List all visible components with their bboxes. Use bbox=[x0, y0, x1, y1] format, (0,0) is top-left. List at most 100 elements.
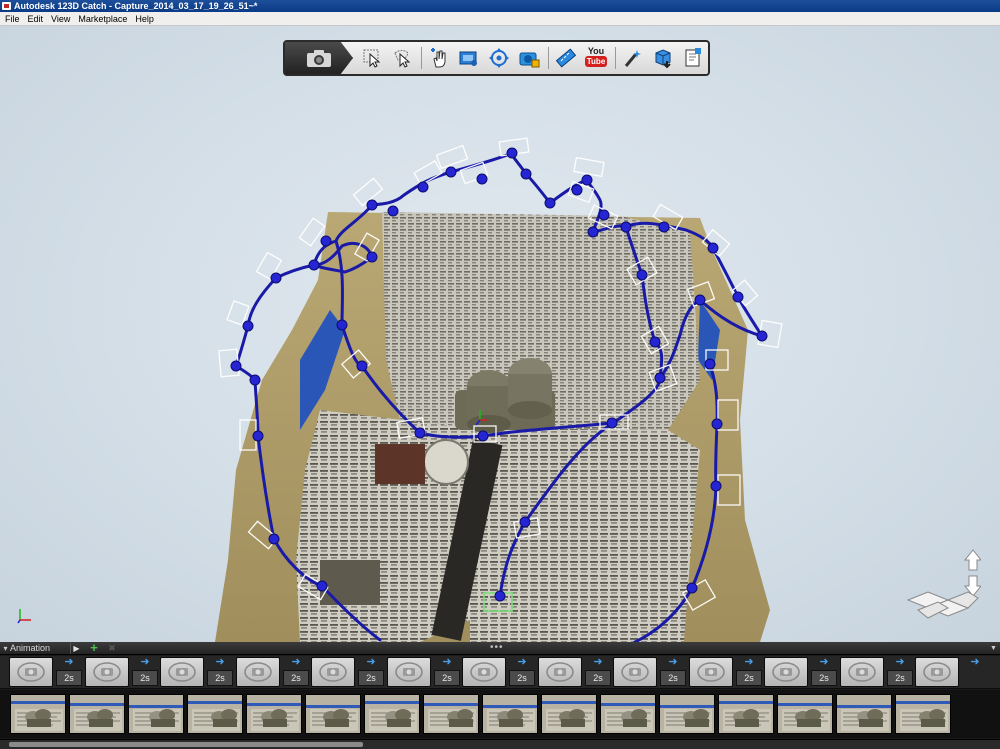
photo-thumbnail[interactable] bbox=[364, 694, 420, 734]
transition-duration[interactable]: 2s bbox=[358, 670, 384, 686]
add-keyframe-icon[interactable]: + bbox=[87, 641, 101, 655]
menu-help[interactable]: Help bbox=[132, 12, 159, 26]
magic-wand-button[interactable] bbox=[620, 45, 646, 71]
transition-item[interactable]: ➜ 2s bbox=[508, 656, 536, 688]
keyframe-thumbnail[interactable] bbox=[236, 657, 280, 687]
app-logo-icon bbox=[2, 2, 11, 10]
photo-image bbox=[719, 695, 773, 733]
photo-thumbnail[interactable] bbox=[777, 694, 833, 734]
select-arrow-button[interactable] bbox=[359, 45, 385, 71]
scrollbar-thumb[interactable] bbox=[9, 742, 363, 747]
keyframe-thumbnail[interactable] bbox=[387, 657, 431, 687]
keyframe-camera-icon bbox=[17, 662, 45, 682]
orbit-button[interactable] bbox=[486, 45, 512, 71]
transition-duration[interactable]: 2s bbox=[811, 670, 837, 686]
panel-collapse-icon[interactable]: ▼ bbox=[988, 643, 999, 654]
keyframe-thumbnail[interactable] bbox=[764, 657, 808, 687]
menu-file[interactable]: File bbox=[2, 12, 25, 26]
keyframe-camera-icon bbox=[772, 662, 800, 682]
newspaper-photo bbox=[375, 444, 425, 484]
horizontal-scrollbar[interactable] bbox=[0, 739, 1000, 749]
panel-resize-grip[interactable]: ••• bbox=[490, 642, 504, 653]
keyframe-thumbnail[interactable] bbox=[160, 657, 204, 687]
keyframe-thumbnail[interactable] bbox=[311, 657, 355, 687]
transition-item[interactable]: ➜ 2s bbox=[735, 656, 763, 688]
transition-duration[interactable]: 2s bbox=[736, 670, 762, 686]
play-icon[interactable]: ▶ bbox=[70, 643, 82, 654]
transition-duration[interactable]: 2s bbox=[56, 670, 82, 686]
navigation-arrows-icon[interactable] bbox=[903, 548, 981, 626]
3d-viewport[interactable]: You Tube bbox=[0, 26, 1000, 642]
transition-duration[interactable]: 2s bbox=[660, 670, 686, 686]
transition-item[interactable]: ➜ 2s bbox=[886, 656, 914, 688]
transition-item[interactable]: ➜ 2s bbox=[433, 656, 461, 688]
photo-thumbnail[interactable] bbox=[541, 694, 597, 734]
keyframe-camera-icon bbox=[470, 662, 498, 682]
transition-item[interactable]: ➜ 2s bbox=[810, 656, 838, 688]
lasso-select-button[interactable] bbox=[389, 45, 415, 71]
transition-duration[interactable]: 2s bbox=[434, 670, 460, 686]
measure-button[interactable] bbox=[553, 45, 579, 71]
transition-duration[interactable]: 2s bbox=[887, 670, 913, 686]
photo-thumbnail[interactable] bbox=[128, 694, 184, 734]
keyframe-thumbnail[interactable] bbox=[9, 657, 53, 687]
keyframe-camera-icon bbox=[168, 662, 196, 682]
photo-image bbox=[70, 695, 124, 733]
keyframe-thumbnail[interactable] bbox=[462, 657, 506, 687]
transition-item[interactable]: ➜ 2s bbox=[357, 656, 385, 688]
keyframe-thumbnail[interactable] bbox=[538, 657, 582, 687]
transition-duration[interactable]: 2s bbox=[207, 670, 233, 686]
transition-duration[interactable]: 2s bbox=[132, 670, 158, 686]
orbit-icon bbox=[489, 48, 509, 68]
photo-image bbox=[837, 695, 891, 733]
photo-thumbnail[interactable] bbox=[836, 694, 892, 734]
photo-thumbnail[interactable] bbox=[187, 694, 243, 734]
photo-thumbnail[interactable] bbox=[659, 694, 715, 734]
delete-keyframe-icon[interactable]: ✖ bbox=[106, 643, 118, 654]
youtube-button[interactable]: You Tube bbox=[583, 45, 609, 71]
ruler-icon bbox=[555, 48, 577, 68]
transition-duration[interactable]: 2s bbox=[585, 670, 611, 686]
add-point-button[interactable] bbox=[426, 45, 452, 71]
transition-duration[interactable]: 2s bbox=[509, 670, 535, 686]
frame-zoom-button[interactable] bbox=[456, 45, 482, 71]
photo-thumbnail[interactable] bbox=[10, 694, 66, 734]
scene-render bbox=[215, 137, 783, 642]
export-mesh-button[interactable] bbox=[650, 45, 676, 71]
transition-item[interactable]: ➜ 2s bbox=[584, 656, 612, 688]
transition-arrow-icon: ➜ bbox=[517, 656, 527, 668]
document-info-icon bbox=[685, 48, 701, 67]
magic-wand-icon bbox=[624, 50, 641, 67]
photo-thumbnail[interactable] bbox=[600, 694, 656, 734]
transition-item[interactable]: ➜ 2s bbox=[206, 656, 234, 688]
photo-thumbnail[interactable] bbox=[305, 694, 361, 734]
transition-duration[interactable]: 2s bbox=[283, 670, 309, 686]
keyframe-thumbnail[interactable] bbox=[840, 657, 884, 687]
keyframe-camera-icon bbox=[244, 662, 272, 682]
axis-triad-icon bbox=[17, 609, 31, 624]
transition-item[interactable]: ➜ 2s bbox=[282, 656, 310, 688]
transition-item[interactable]: ➜ 2s bbox=[659, 656, 687, 688]
keyframe-thumbnail[interactable] bbox=[915, 657, 959, 687]
photo-image bbox=[365, 695, 419, 733]
keyframe-thumbnail[interactable] bbox=[85, 657, 129, 687]
photo-thumbnail[interactable] bbox=[718, 694, 774, 734]
menu-edit[interactable]: Edit bbox=[25, 12, 49, 26]
transition-item[interactable]: ➜ 2s bbox=[131, 656, 159, 688]
photo-thumbnail[interactable] bbox=[246, 694, 302, 734]
keyframe-thumbnail[interactable] bbox=[613, 657, 657, 687]
menu-view[interactable]: View bbox=[48, 12, 75, 26]
info-button[interactable] bbox=[680, 45, 706, 71]
keyframe-thumbnail[interactable] bbox=[689, 657, 733, 687]
photo-thumbnail[interactable] bbox=[69, 694, 125, 734]
camera-mode-button[interactable] bbox=[285, 42, 353, 74]
photo-thumbnail[interactable] bbox=[895, 694, 951, 734]
transition-item[interactable]: ➜ bbox=[961, 656, 989, 688]
photo-thumbnail[interactable] bbox=[482, 694, 538, 734]
photo-thumbnail[interactable] bbox=[423, 694, 479, 734]
capture-photo-button[interactable] bbox=[516, 45, 542, 71]
photo-image bbox=[188, 695, 242, 733]
transition-item[interactable]: ➜ 2s bbox=[55, 656, 83, 688]
menu-marketplace[interactable]: Marketplace bbox=[75, 12, 132, 26]
photo-image bbox=[11, 695, 65, 733]
